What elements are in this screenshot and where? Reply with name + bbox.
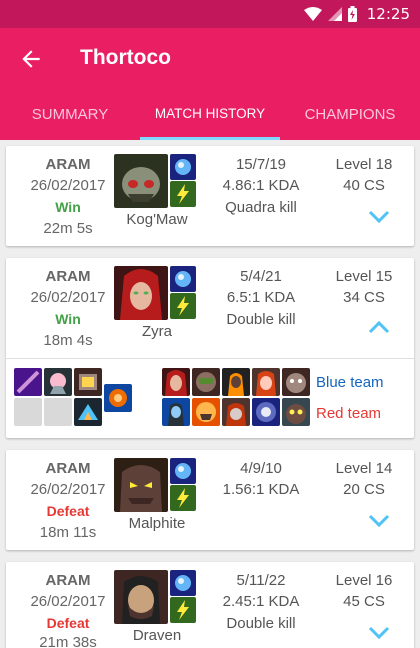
- flash-spell-icon: [170, 485, 196, 511]
- status-bar: 12:25: [0, 0, 420, 28]
- kda-ratio: 2.45:1 KDA: [222, 593, 300, 610]
- creep-score: 20 CS: [343, 481, 385, 498]
- status-time: 12:25: [366, 5, 410, 23]
- champion-portrait: [114, 154, 168, 208]
- kda-score: 5/4/21: [240, 268, 282, 285]
- tab-bar: SUMMARY MATCH HISTORY CHAMPIONS: [0, 100, 420, 140]
- clarity-spell-icon: [170, 458, 196, 484]
- match-card[interactable]: ARAM 26/02/2017 Win 18m 4s Zyra 5/4/21 6…: [6, 258, 414, 438]
- game-mode: ARAM: [45, 268, 91, 285]
- match-date: 26/02/2017: [30, 593, 106, 610]
- red-team-champion-icon: [192, 398, 220, 426]
- creep-score: 45 CS: [343, 593, 385, 610]
- blue-team-champion-icon: [282, 368, 310, 396]
- champion-portrait: [114, 570, 168, 624]
- flash-spell-icon: [170, 293, 196, 319]
- cell-signal-icon: [327, 7, 342, 21]
- creep-score: 40 CS: [343, 177, 385, 194]
- champion-level: Level 16: [335, 572, 393, 589]
- kda-score: 15/7/19: [235, 156, 287, 173]
- battery-icon: [347, 6, 357, 22]
- champion-name: Kog'Maw: [126, 211, 188, 228]
- kda-ratio: 6.5:1 KDA: [226, 289, 296, 306]
- clarity-spell-icon: [170, 154, 196, 180]
- item-icon: [44, 368, 72, 396]
- red-team-champion-icon: [162, 398, 190, 426]
- clarity-spell-icon: [170, 266, 196, 292]
- tab-champions[interactable]: CHAMPIONS: [280, 106, 420, 123]
- collapse-chevron-icon[interactable]: [368, 320, 390, 334]
- divider: [6, 358, 414, 359]
- champion-level: Level 18: [335, 156, 393, 173]
- kda-ratio: 4.86:1 KDA: [222, 177, 300, 194]
- red-team-champion-icon: [282, 398, 310, 426]
- game-mode: ARAM: [45, 460, 91, 477]
- item-icon: [14, 368, 42, 396]
- clarity-spell-icon: [170, 570, 196, 596]
- expand-chevron-icon[interactable]: [368, 626, 390, 640]
- champion-name: Draven: [132, 627, 182, 644]
- wifi-icon: [303, 7, 322, 21]
- blue-team-champion-icon: [222, 368, 250, 396]
- multikill-label: Quadra kill: [225, 199, 297, 216]
- expand-chevron-icon[interactable]: [368, 210, 390, 224]
- champion-level: Level 14: [335, 460, 393, 477]
- item-icon: [74, 398, 102, 426]
- match-card[interactable]: ARAM 26/02/2017 Defeat 21m 38s Draven 5/…: [6, 562, 414, 648]
- blue-team-champion-icon: [252, 368, 280, 396]
- back-arrow-icon[interactable]: [18, 46, 44, 72]
- champion-level: Level 15: [335, 268, 393, 285]
- champion-portrait: [114, 458, 168, 512]
- app-bar: Thortoco SUMMARY MATCH HISTORY CHAMPIONS: [0, 28, 420, 140]
- match-date: 26/02/2017: [30, 481, 106, 498]
- item-icon: [74, 368, 102, 396]
- trinket-icon: [104, 384, 132, 412]
- expand-chevron-icon[interactable]: [368, 514, 390, 528]
- champion-name: Malphite: [128, 515, 186, 532]
- game-mode: ARAM: [45, 156, 91, 173]
- kda-ratio: 1.56:1 KDA: [222, 481, 300, 498]
- blue-team-label: Blue team: [316, 374, 384, 391]
- match-card[interactable]: ARAM 26/02/2017 Win 22m 5s Kog'Maw 15/7/…: [6, 146, 414, 246]
- game-mode: ARAM: [45, 572, 91, 589]
- kda-score: 4/9/10: [240, 460, 282, 477]
- match-date: 26/02/2017: [30, 289, 106, 306]
- match-card[interactable]: ARAM 26/02/2017 Defeat 18m 11s Malphite …: [6, 450, 414, 550]
- flash-spell-icon: [170, 597, 196, 623]
- red-team-champion-icon: [252, 398, 280, 426]
- kda-score: 5/11/22: [236, 572, 286, 589]
- blue-team-champion-icon: [162, 368, 190, 396]
- creep-score: 34 CS: [343, 289, 385, 306]
- champion-portrait: [114, 266, 168, 320]
- match-date: 26/02/2017: [30, 177, 106, 194]
- tab-match-history[interactable]: MATCH HISTORY: [140, 106, 280, 121]
- empty-item-slot: [14, 398, 42, 426]
- red-team-champion-icon: [222, 398, 250, 426]
- multikill-label: Double kill: [226, 311, 296, 328]
- active-tab-indicator: [140, 137, 280, 140]
- empty-item-slot: [44, 398, 72, 426]
- page-title: Thortoco: [80, 46, 171, 69]
- multikill-label: Double kill: [226, 615, 296, 632]
- champion-name: Zyra: [142, 323, 172, 340]
- tab-summary[interactable]: SUMMARY: [0, 106, 140, 123]
- flash-spell-icon: [170, 181, 196, 207]
- red-team-label: Red team: [316, 405, 382, 422]
- blue-team-champion-icon: [192, 368, 220, 396]
